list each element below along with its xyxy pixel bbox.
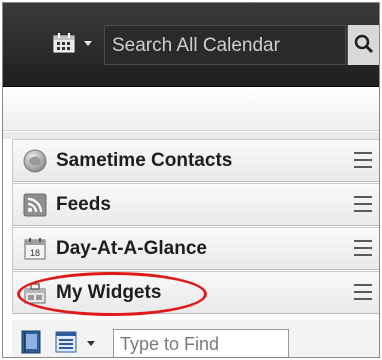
- chevron-down-icon[interactable]: [84, 41, 92, 46]
- search-button[interactable]: [347, 25, 379, 65]
- divider: [3, 132, 379, 139]
- search-icon: [354, 34, 374, 54]
- highlight-ellipse: [17, 272, 207, 316]
- menu-icon[interactable]: [354, 152, 372, 168]
- panel-label: Day-At-A-Glance: [56, 238, 207, 259]
- calendar-18-icon: 18: [24, 238, 46, 260]
- calendar-icon[interactable]: [53, 33, 75, 53]
- panel-day-at-a-glance[interactable]: 18 Day-At-A-Glance: [12, 227, 379, 270]
- panel-label: Feeds: [56, 194, 111, 215]
- find-input[interactable]: [113, 329, 289, 357]
- panel-feeds[interactable]: Feeds: [12, 183, 379, 226]
- top-toolbar: Search All Calendar: [3, 3, 379, 87]
- book-icon[interactable]: [21, 330, 41, 354]
- sametime-icon: [23, 149, 47, 173]
- menu-icon[interactable]: [354, 284, 372, 300]
- svg-text:18: 18: [30, 248, 40, 258]
- sub-toolbar: [3, 88, 379, 131]
- search-input[interactable]: Search All Calendar: [104, 25, 346, 65]
- menu-icon[interactable]: [354, 240, 372, 256]
- chevron-down-icon[interactable]: [87, 341, 95, 346]
- list-icon[interactable]: [55, 331, 77, 353]
- panel-label: Sametime Contacts: [56, 150, 233, 171]
- widget-toolbar: [12, 320, 379, 357]
- sidebar-frame: Search All Calendar Sametime Contacts Fe…: [2, 2, 380, 358]
- menu-icon[interactable]: [354, 196, 372, 212]
- feeds-icon: [23, 193, 47, 217]
- panel-sametime-contacts[interactable]: Sametime Contacts: [12, 139, 379, 182]
